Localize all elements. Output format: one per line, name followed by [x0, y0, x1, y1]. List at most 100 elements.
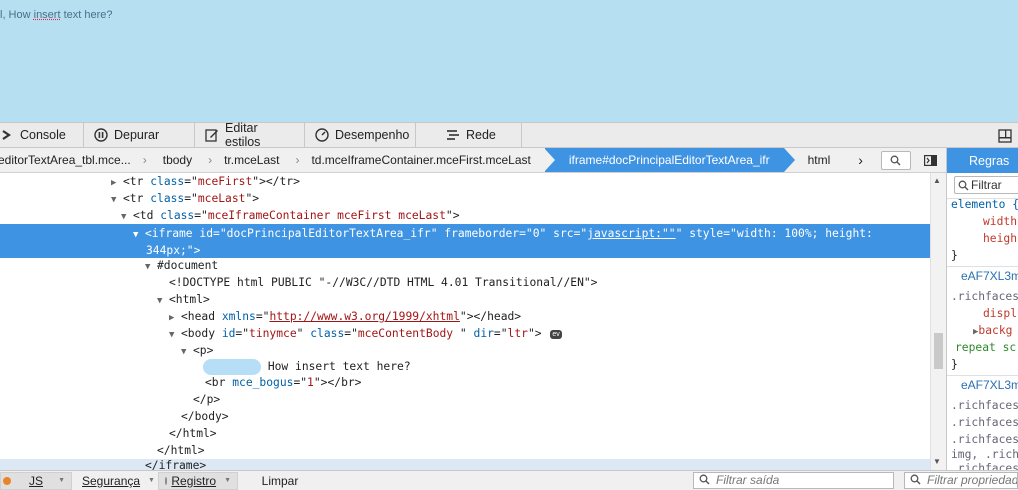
node-tag: <td — [133, 209, 161, 222]
collapse-arrow-icon[interactable]: ▼ — [133, 227, 145, 243]
breadcrumb-item[interactable]: html — [784, 148, 837, 172]
tab-network[interactable]: Rede — [416, 123, 522, 147]
tree-node[interactable]: </body> — [0, 410, 930, 423]
dock-icon[interactable] — [998, 129, 1012, 143]
tab-debugger[interactable]: Depurar — [84, 123, 195, 147]
node-attr-link[interactable]: http://www.w3.org/1999/xhtml — [269, 310, 459, 323]
tab-style-editor[interactable]: Editar estilos — [195, 121, 305, 149]
sidebar-toggle-icon — [924, 154, 938, 166]
rule-property-expandable[interactable]: ▶backg — [973, 324, 1012, 337]
tree-node[interactable]: </html> — [0, 444, 930, 457]
collapse-arrow-icon[interactable]: ▼ — [181, 347, 193, 357]
filter-properties-placeholder: Filtrar propriedad — [927, 473, 1018, 487]
filter-logging-button[interactable]: Registro ▼ — [158, 471, 238, 490]
tab-performance[interactable]: Desempenho — [305, 123, 416, 147]
node-tag-close: ></tr> — [259, 175, 300, 188]
toggle-sidebar-button[interactable] — [923, 152, 939, 168]
tab-debugger-label: Depurar — [114, 128, 160, 142]
collapse-arrow-icon[interactable]: ▼ — [111, 195, 123, 205]
node-attr-name: class — [150, 192, 185, 205]
node-attr-link[interactable]: javascript:"" — [587, 227, 675, 240]
breadcrumb-item[interactable]: tbody — [149, 148, 206, 172]
tree-node[interactable]: ▼ <p> — [0, 344, 930, 357]
preview-text: l, How insert text here? — [0, 9, 113, 21]
collapse-arrow-icon[interactable]: ▼ — [157, 296, 169, 306]
node-attr-name: class — [310, 327, 345, 340]
breadcrumb-item-active[interactable]: iframe#docPrincipalEditorTextArea_ifr — [543, 148, 795, 172]
node-tag-close: > — [452, 209, 460, 222]
rule-selector: img, .rich — [951, 448, 1018, 461]
breadcrumb-item[interactable]: editorTextArea_tbl.mce... — [0, 148, 141, 172]
node-tag-close: ></head> — [466, 310, 522, 323]
preview-text-suffix: text here? — [60, 9, 113, 21]
node-tag: </p> — [193, 393, 221, 406]
scroll-up-icon[interactable]: ▲ — [933, 176, 941, 185]
tree-node[interactable]: ▶ <tr class="mceFirst"></tr> — [0, 175, 930, 188]
node-attr-name: style — [689, 227, 724, 240]
breadcrumb-scroll-right-icon[interactable]: › — [836, 152, 871, 168]
tab-rules[interactable]: Regras — [947, 148, 1018, 173]
filter-security-label: Segurança — [82, 473, 141, 488]
divider — [947, 375, 1018, 376]
scrollbar-thumb[interactable] — [934, 333, 943, 369]
tree-node[interactable]: ▶ <head xmlns="http://www.w3.org/1999/xht… — [0, 310, 930, 323]
tab-console[interactable]: Console — [0, 123, 84, 147]
dropdown-arrow-icon[interactable]: ▼ — [58, 477, 65, 484]
toolbar-right — [998, 123, 1018, 147]
rule-property-name: backg — [978, 324, 1013, 337]
clear-button[interactable]: Limpar — [238, 472, 322, 490]
node-attr-name: src — [553, 227, 574, 240]
filter-output-input[interactable]: Filtrar saída — [693, 472, 894, 489]
expand-arrow-icon[interactable]: ▶ — [169, 313, 181, 323]
node-tag-close: > — [534, 327, 542, 340]
breadcrumb-item[interactable]: tr.mceLast — [214, 148, 293, 172]
breadcrumb-item-label: html — [807, 153, 831, 167]
tree-node[interactable]: ▼ <html> — [0, 293, 930, 306]
rule-property[interactable]: displ — [983, 307, 1017, 320]
tree-node[interactable]: ▼ <td class="mceIframeContainer mceFirst … — [0, 209, 930, 222]
rule-selector: .richfaces — [951, 399, 1018, 412]
rule-selector: .richfaces — [951, 416, 1018, 429]
tree-node[interactable]: <!DOCTYPE html PUBLIC "-//W3C//DTD HTML … — [0, 276, 930, 289]
preview-text-prefix: l, How — [0, 9, 34, 21]
filter-js-label: JS — [29, 473, 44, 488]
node-tag: <p> — [193, 344, 214, 357]
tree-node[interactable]: ▼ <body id="tinymce" class="mceContentBod… — [0, 327, 930, 340]
filter-js-button[interactable]: JS ▼ — [0, 471, 72, 490]
tree-node[interactable]: <br mce_bogus="1"></br> — [0, 376, 930, 389]
node-attr-value: 0 — [532, 227, 540, 240]
redaction-blur — [203, 359, 261, 375]
tree-node[interactable]: ▼ #document — [0, 259, 930, 272]
tree-node[interactable]: ▼ <tr class="mceLast"> — [0, 192, 930, 205]
node-attr-value-cont: 344px;"> — [146, 244, 201, 257]
collapse-arrow-icon[interactable]: ▼ — [145, 262, 157, 272]
tree-node-selected[interactable]: ▼ <iframe id="docPrincipalEditorTextArea_… — [0, 224, 930, 258]
tree-scrollbar[interactable]: ▲ ▼ — [930, 173, 946, 470]
filter-properties-input[interactable]: Filtrar propriedad — [904, 472, 1018, 489]
collapse-arrow-icon[interactable]: ▼ — [121, 212, 133, 222]
breadcrumb-item[interactable]: td.mceIframeContainer.mceFirst.mceLast — [301, 148, 544, 172]
console-filter-bar: JS ▼ Segurança ▼ Registro ▼ Limpar Filtr… — [0, 470, 1018, 490]
expand-arrow-icon[interactable]: ▶ — [111, 178, 123, 188]
event-badge[interactable]: ev — [550, 329, 562, 339]
rule-property[interactable]: width — [983, 215, 1017, 228]
rule-property[interactable]: heigh — [983, 232, 1017, 245]
node-tag: <html> — [169, 293, 210, 306]
tree-node[interactable]: </html> — [0, 427, 930, 440]
rule-source-link[interactable]: eAF7XL3mo — [961, 378, 1018, 392]
search-button[interactable] — [880, 150, 911, 170]
tree-node[interactable]: How insert text here? — [0, 359, 930, 375]
collapse-arrow-icon[interactable]: ▼ — [169, 330, 181, 340]
rules-filter-input[interactable]: Filtrar — [954, 176, 1018, 194]
dropdown-arrow-icon[interactable]: ▼ — [148, 477, 155, 484]
rule-source-link[interactable]: eAF7XL3mo — [961, 269, 1018, 283]
devtools-toolbar: Console Depurar Editar estilos Desempenh… — [0, 121, 1018, 149]
page-preview: l, How insert text here? — [0, 0, 1018, 122]
tree-node[interactable]: </p> — [0, 393, 930, 406]
filter-security-button[interactable]: Segurança ▼ — [72, 472, 158, 490]
pencil-icon — [205, 128, 219, 142]
dropdown-arrow-icon[interactable]: ▼ — [224, 477, 231, 484]
tab-performance-label: Desempenho — [335, 128, 410, 142]
tree-node[interactable]: </iframe> — [0, 459, 930, 470]
scroll-down-icon[interactable]: ▼ — [933, 457, 941, 466]
